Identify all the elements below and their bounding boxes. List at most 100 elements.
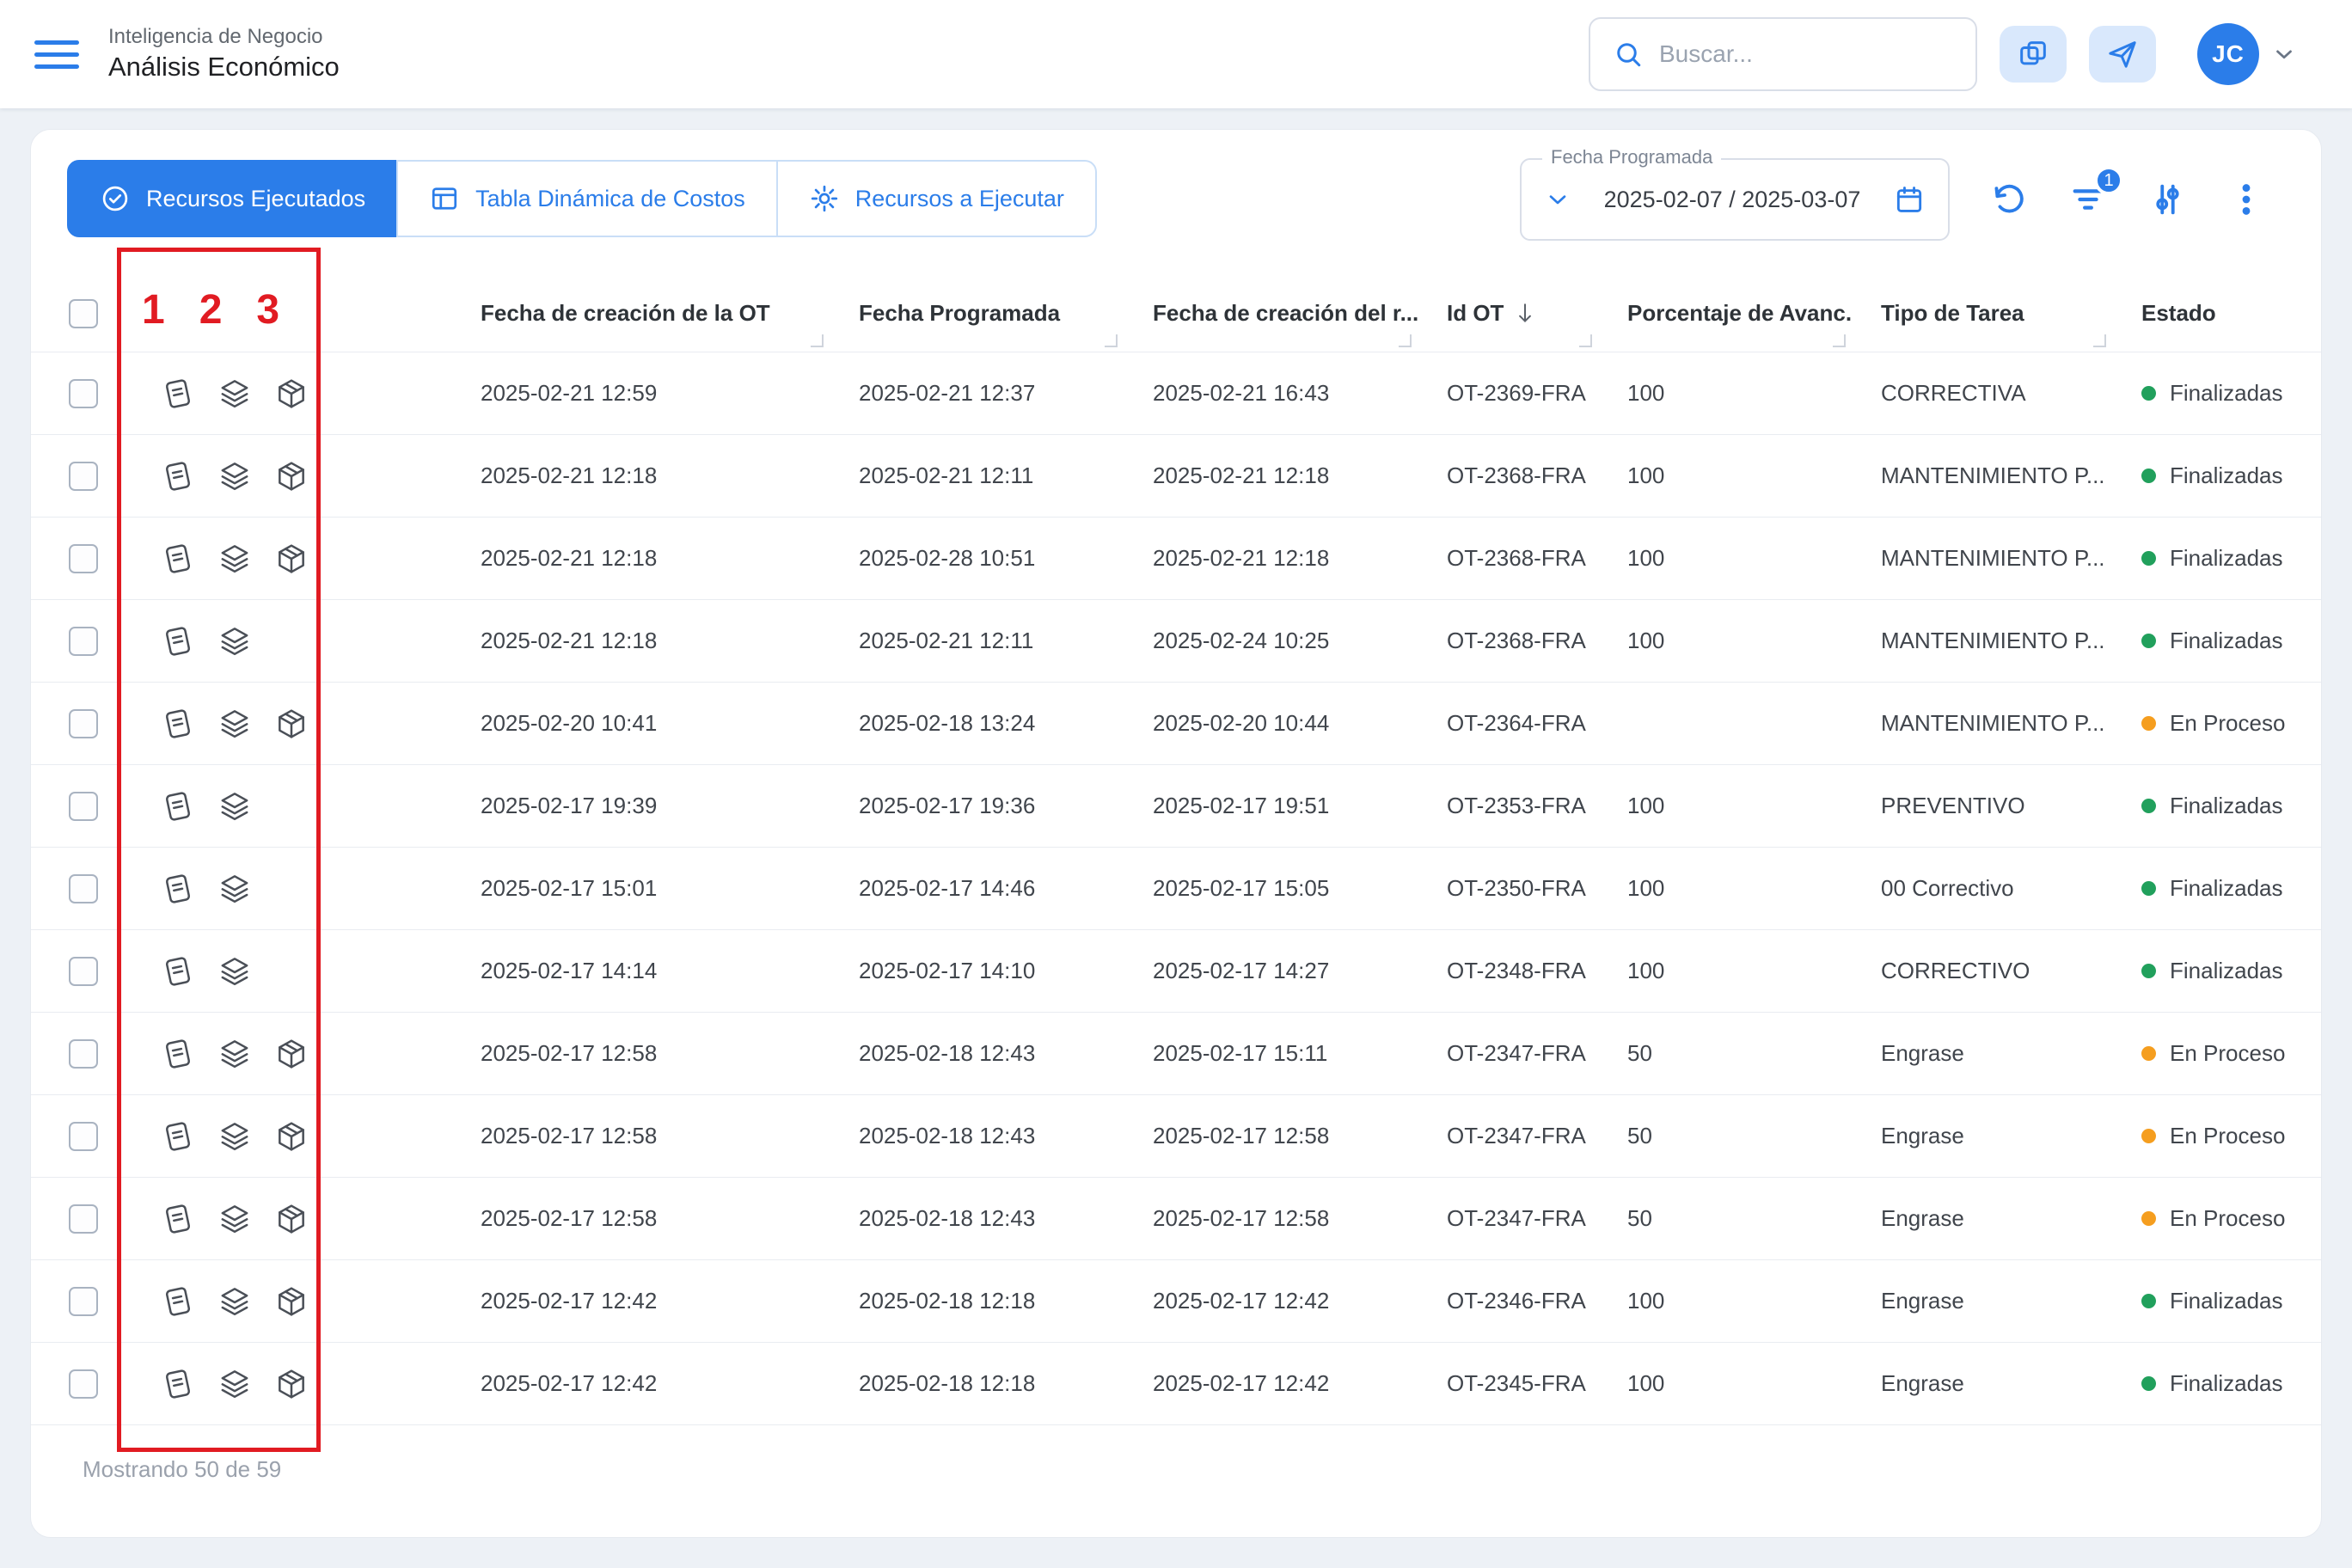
status-dot: [2141, 1129, 2156, 1143]
cell-tipo-tarea: PREVENTIVO: [1853, 793, 2113, 819]
layers-icon[interactable]: [217, 542, 252, 576]
status-label: Finalizadas: [2170, 545, 2283, 572]
calendar-icon[interactable]: [1893, 183, 1926, 216]
receipt-icon[interactable]: [161, 954, 195, 989]
layers-icon[interactable]: [217, 624, 252, 658]
cell-fecha-creacion-r: 2025-02-17 19:51: [1124, 793, 1418, 819]
col-id-ot[interactable]: Id OT: [1418, 275, 1599, 352]
cell-estado: Finalizadas: [2113, 793, 2323, 819]
row-checkbox[interactable]: [69, 379, 98, 408]
chevron-down-icon[interactable]: [1544, 186, 1571, 213]
tabs: Recursos Ejecutados Tabla Dinámica de Co…: [67, 160, 1097, 237]
cell-fecha-programada: 2025-02-18 12:43: [830, 1040, 1124, 1067]
package-icon[interactable]: [274, 707, 309, 741]
package-icon[interactable]: [274, 1037, 309, 1071]
receipt-icon[interactable]: [161, 377, 195, 411]
row-checkbox[interactable]: [69, 957, 98, 986]
sliders-icon[interactable]: [2147, 180, 2187, 219]
tab-label: Tabla Dinámica de Costos: [475, 186, 745, 212]
avatar[interactable]: JC: [2197, 23, 2259, 85]
row-checkbox[interactable]: [69, 1122, 98, 1151]
tab-recursos-ejecutados[interactable]: Recursos Ejecutados: [67, 160, 398, 237]
layers-icon[interactable]: [217, 1119, 252, 1154]
kebab-menu-icon[interactable]: [2226, 180, 2266, 219]
cell-fecha-programada: 2025-02-17 14:10: [830, 958, 1124, 984]
status-dot: [2141, 881, 2156, 896]
receipt-icon[interactable]: [161, 1367, 195, 1401]
row-checkbox[interactable]: [69, 1287, 98, 1316]
menu-icon[interactable]: [34, 40, 79, 69]
package-icon[interactable]: [274, 542, 309, 576]
col-tipo-tarea[interactable]: Tipo de Tarea: [1853, 275, 2113, 352]
refresh-icon[interactable]: [1989, 180, 2029, 219]
receipt-icon[interactable]: [161, 1037, 195, 1071]
layers-icon[interactable]: [217, 707, 252, 741]
status-label: Finalizadas: [2170, 875, 2283, 902]
tab-tabla-dinamica-costos[interactable]: Tabla Dinámica de Costos: [396, 160, 778, 237]
receipt-icon[interactable]: [161, 872, 195, 906]
cell-id-ot: OT-2347-FRA: [1418, 1205, 1599, 1232]
row-checkbox[interactable]: [69, 1039, 98, 1069]
layers-icon[interactable]: [217, 872, 252, 906]
row-checkbox[interactable]: [69, 462, 98, 491]
status-dot: [2141, 634, 2156, 648]
chevron-down-icon[interactable]: [2271, 41, 2297, 67]
widgets-button[interactable]: [2000, 26, 2067, 83]
receipt-icon[interactable]: [161, 1202, 195, 1236]
col-porcentaje-avance[interactable]: Porcentaje de Avanc...: [1599, 275, 1853, 352]
col-fecha-creacion-ot[interactable]: Fecha de creación de la OT: [452, 275, 830, 352]
cell-fecha-creacion-ot: 2025-02-21 12:18: [452, 545, 830, 572]
row-checkbox[interactable]: [69, 1369, 98, 1399]
filter-icon[interactable]: 1: [2068, 180, 2108, 219]
row-checkbox[interactable]: [69, 874, 98, 903]
main-card: Recursos Ejecutados Tabla Dinámica de Co…: [30, 129, 2322, 1538]
row-checkbox[interactable]: [69, 544, 98, 573]
user-menu[interactable]: JC: [2197, 23, 2297, 85]
search-input[interactable]: [1659, 40, 1969, 68]
package-icon[interactable]: [274, 1367, 309, 1401]
row-actions: [130, 789, 452, 824]
status-dot: [2141, 1211, 2156, 1226]
row-checkbox[interactable]: [69, 1204, 98, 1234]
layers-icon[interactable]: [217, 459, 252, 493]
receipt-icon[interactable]: [161, 1119, 195, 1154]
search-icon: [1613, 39, 1644, 70]
package-icon[interactable]: [274, 1202, 309, 1236]
tab-recursos-a-ejecutar[interactable]: Recursos a Ejecutar: [776, 160, 1097, 237]
package-icon[interactable]: [274, 1119, 309, 1154]
col-fecha-programada[interactable]: Fecha Programada: [830, 275, 1124, 352]
layers-icon[interactable]: [217, 377, 252, 411]
cell-fecha-creacion-r: 2025-02-17 15:11: [1124, 1040, 1418, 1067]
layers-icon[interactable]: [217, 1202, 252, 1236]
row-actions: [130, 1284, 452, 1319]
package-icon[interactable]: [274, 377, 309, 411]
package-icon[interactable]: [274, 459, 309, 493]
date-range-picker[interactable]: Fecha Programada 2025-02-07 / 2025-03-07: [1520, 158, 1950, 241]
col-fecha-creacion-r[interactable]: Fecha de creación del r...: [1124, 275, 1418, 352]
layers-icon[interactable]: [217, 954, 252, 989]
receipt-icon[interactable]: [161, 1284, 195, 1319]
layers-icon[interactable]: [217, 789, 252, 824]
receipt-icon[interactable]: [161, 707, 195, 741]
cell-porcentaje: 100: [1599, 462, 1853, 489]
status-dot: [2141, 469, 2156, 483]
cell-id-ot: OT-2368-FRA: [1418, 545, 1599, 572]
receipt-icon[interactable]: [161, 624, 195, 658]
row-checkbox[interactable]: [69, 627, 98, 656]
col-estado[interactable]: Estado: [2113, 275, 2323, 352]
cell-fecha-creacion-r: 2025-02-17 12:58: [1124, 1123, 1418, 1149]
row-checkbox[interactable]: [69, 709, 98, 738]
layers-icon[interactable]: [217, 1037, 252, 1071]
package-icon[interactable]: [274, 1284, 309, 1319]
layers-icon[interactable]: [217, 1284, 252, 1319]
receipt-icon[interactable]: [161, 459, 195, 493]
sort-desc-icon[interactable]: [1514, 301, 1536, 327]
receipt-icon[interactable]: [161, 789, 195, 824]
widgets-icon: [2016, 37, 2050, 71]
layers-icon[interactable]: [217, 1367, 252, 1401]
cell-fecha-creacion-ot: 2025-02-17 15:01: [452, 875, 830, 902]
send-button[interactable]: [2089, 26, 2156, 83]
row-checkbox[interactable]: [69, 792, 98, 821]
receipt-icon[interactable]: [161, 542, 195, 576]
select-all-checkbox[interactable]: [69, 299, 98, 328]
